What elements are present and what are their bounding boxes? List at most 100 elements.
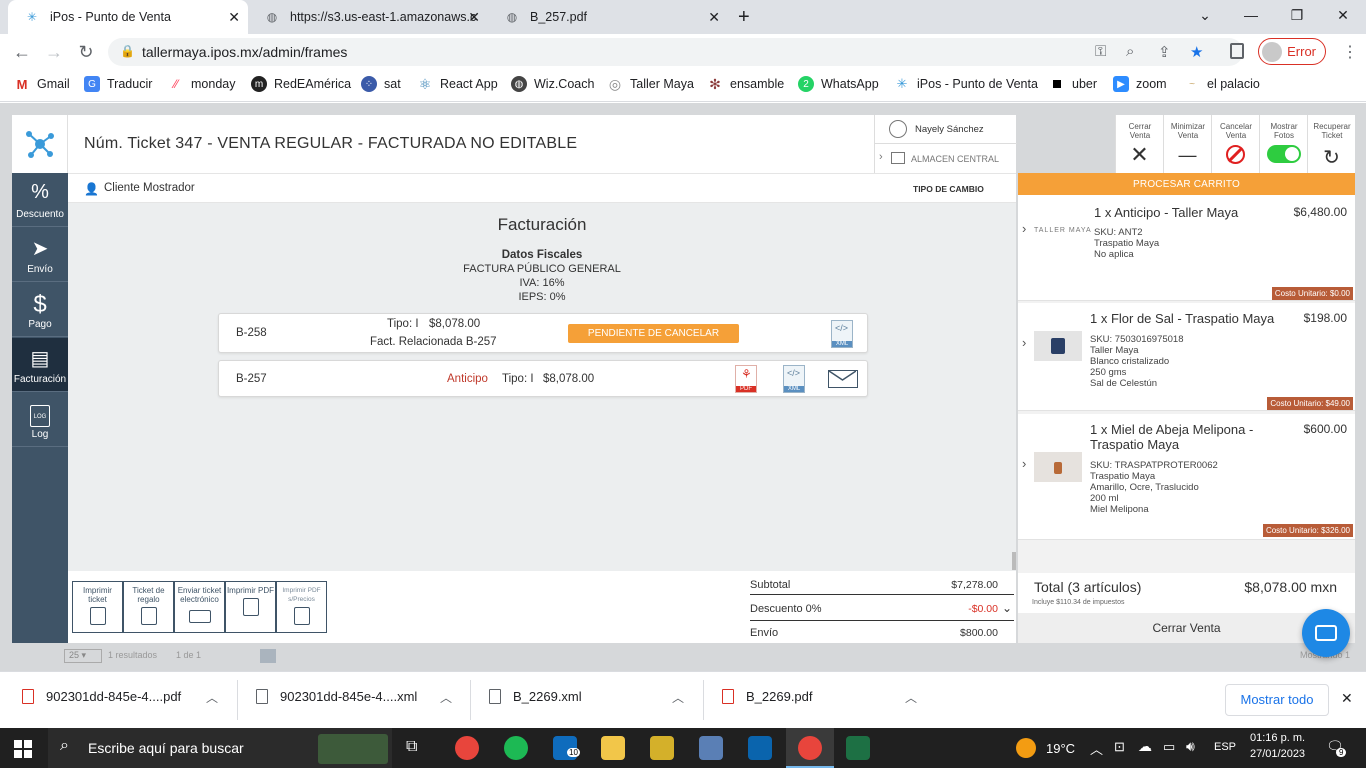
minimize-icon[interactable]: — [1228, 0, 1274, 30]
side-panel-icon[interactable] [1230, 43, 1244, 59]
show-photos-toggle[interactable]: Mostrar Fotos [1259, 115, 1307, 173]
download-item[interactable]: 902301dd-845e-4....pdf [22, 689, 181, 704]
page-size-select[interactable]: 25 ▾ [64, 649, 102, 663]
close-sale-button[interactable]: Cerrar Venta ✕ [1115, 115, 1163, 173]
bookmark-el-palacio[interactable]: ~ el palacio [1184, 76, 1260, 92]
scrollbar-thumb[interactable] [1012, 552, 1016, 570]
chevron-right-icon[interactable]: › [1022, 221, 1026, 236]
chat-button[interactable] [1302, 609, 1350, 657]
chevron-right-icon[interactable]: › [1022, 456, 1026, 471]
user-row[interactable]: Nayely Sánchez [875, 115, 1017, 144]
bookmark-sat[interactable]: ⁘ sat [361, 76, 401, 92]
sidebar-item-envio[interactable]: ➤ Envío [12, 228, 68, 282]
gift-ticket-button[interactable]: Ticket de regalo [123, 581, 174, 633]
profile-error-button[interactable]: Error [1258, 38, 1326, 65]
weather-temp[interactable]: 19°C [1046, 741, 1075, 756]
onedrive-icon[interactable]: ☁ [1138, 738, 1152, 755]
xml-file-icon[interactable]: </> XML [783, 365, 805, 393]
cancel-sale-button[interactable]: Cancelar Venta [1211, 115, 1259, 173]
print-pdf-noprices-button[interactable]: Imprimir PDF s/Precios [276, 581, 327, 633]
discount-row[interactable]: Descuento 0% -$0.00 ⌄ [750, 599, 1014, 621]
tab-pdf[interactable]: ◍ B_257.pdf ✕ [488, 0, 728, 34]
spotify-icon[interactable] [504, 736, 528, 760]
cart-item[interactable]: › 1 x Flor de Sal - Traspatio Maya $198.… [1018, 303, 1355, 411]
exchange-rate-button[interactable]: TIPO DE CAMBIO [913, 184, 984, 194]
xml-file-icon[interactable]: </> XML [831, 320, 853, 348]
tab-search-icon[interactable]: ⌄ [1182, 0, 1228, 30]
cart-item[interactable]: › TALLER MAYA 1 x Anticipo - Taller Maya… [1018, 195, 1355, 301]
close-tab-icon[interactable]: ✕ [228, 9, 240, 26]
chevron-right-icon[interactable]: › [1022, 335, 1026, 350]
cart-item[interactable]: › 1 x Miel de Abeja Melipona - Traspatio… [1018, 414, 1355, 540]
sidebar-item-log[interactable]: LOG Log [12, 393, 68, 447]
sidebar-item-pago[interactable]: $ Pago [12, 283, 68, 337]
file-explorer-icon[interactable] [601, 736, 625, 760]
task-view-icon[interactable]: ⧉ [406, 738, 417, 756]
bookmark-gmail[interactable]: M Gmail [14, 76, 70, 92]
print-pdf-button[interactable]: Imprimir PDF [225, 581, 276, 633]
volume-icon[interactable]: 🔊︎ [1186, 738, 1195, 755]
bookmark-whatsapp[interactable]: 2 WhatsApp [798, 76, 879, 92]
chevron-up-icon[interactable]: ︿ [206, 689, 218, 706]
bookmark-star-icon[interactable]: ★ [1190, 43, 1203, 61]
sidebar-item-descuento[interactable]: % Descuento [12, 173, 68, 227]
outlook-icon[interactable] [748, 736, 772, 760]
chrome-active-taskbar[interactable] [786, 728, 834, 768]
key-icon[interactable]: ⚿ [1095, 43, 1106, 60]
close-downloads-icon[interactable]: ✕ [1341, 690, 1353, 707]
bookmark-traducir[interactable]: G Traducir [84, 76, 152, 92]
tray-icon[interactable]: ⊡ [1114, 739, 1125, 755]
download-item[interactable]: B_2269.xml [489, 689, 582, 704]
reload-icon[interactable]: ↻ [74, 40, 98, 64]
chevron-down-icon[interactable]: ⌄ [1002, 601, 1012, 615]
download-item[interactable]: 902301dd-845e-4....xml [256, 689, 417, 704]
close-window-icon[interactable]: ✕ [1320, 0, 1366, 30]
download-item[interactable]: B_2269.pdf [722, 689, 813, 704]
client-name[interactable]: Cliente Mostrador [104, 182, 195, 194]
app-icon[interactable] [650, 736, 674, 760]
restore-icon[interactable]: ❐ [1274, 0, 1320, 30]
email-icon[interactable] [828, 370, 858, 388]
remote-desktop-icon[interactable] [699, 736, 723, 760]
network-icon[interactable]: ▭ [1163, 739, 1175, 755]
chrome-icon[interactable] [455, 736, 479, 760]
chevron-up-icon[interactable]: ︿ [672, 689, 684, 706]
show-all-downloads-button[interactable]: Mostrar todo [1225, 684, 1329, 716]
omnibox[interactable]: 🔒 tallermaya.ipos.mx/admin/frames ⚿ ⌕ ⇪ … [108, 38, 1243, 66]
chevron-up-icon[interactable]: ︿ [1090, 739, 1103, 758]
recover-ticket-button[interactable]: Recuperar Ticket ↻ [1307, 115, 1355, 173]
language-indicator[interactable]: ESP [1214, 741, 1236, 753]
chevron-up-icon[interactable]: ︿ [905, 689, 917, 706]
process-cart-button[interactable]: PROCESAR CARRITO [1018, 173, 1355, 195]
menu-icon[interactable]: ⋮ [1342, 42, 1358, 62]
windows-start-icon[interactable] [14, 740, 32, 758]
bookmark-react-app[interactable]: ⚛ React App [417, 76, 498, 92]
warehouse-row[interactable]: › ALMACEN CENTRAL [875, 144, 1017, 173]
pdf-file-icon[interactable]: ⚘ PDF [735, 365, 757, 393]
tab-s3[interactable]: ◍ https://s3.us-east-1.amazonaws.c ✕ [248, 0, 488, 34]
bookmark-ipos[interactable]: ✳ iPos - Punto de Venta [894, 76, 1038, 92]
minimize-sale-button[interactable]: Minimizar Venta — [1163, 115, 1211, 173]
share-icon[interactable]: ⇪ [1158, 43, 1171, 61]
close-tab-icon[interactable]: ✕ [468, 9, 480, 26]
page-number-button[interactable] [260, 649, 276, 663]
taskbar-search[interactable]: ⌕ Escribe aquí para buscar [48, 728, 392, 768]
excel-icon[interactable] [846, 736, 870, 760]
bookmark-monday[interactable]: ⁄⁄ monday [168, 76, 235, 92]
new-tab-icon[interactable]: + [738, 6, 750, 29]
print-ticket-button[interactable]: Imprimir ticket [72, 581, 123, 633]
url-text[interactable]: tallermaya.ipos.mx/admin/frames [142, 44, 347, 60]
chevron-up-icon[interactable]: ︿ [440, 689, 452, 706]
bookmark-redeamerica[interactable]: m RedEAmérica [251, 76, 351, 92]
zoom-icon[interactable]: ⌕ [1126, 43, 1134, 60]
bookmark-taller-maya[interactable]: ◎ Taller Maya [607, 76, 694, 92]
forward-icon[interactable]: → [42, 40, 66, 64]
back-icon[interactable]: ← [10, 40, 34, 64]
tab-ipos[interactable]: ✳ iPos - Punto de Venta ✕ [8, 0, 248, 34]
clock-time[interactable]: 01:16 p. m. [1250, 732, 1305, 744]
mail-icon[interactable]: 10 [553, 736, 580, 760]
bookmark-ensamble[interactable]: ✻ ensamble [707, 76, 784, 92]
clock-date[interactable]: 27/01/2023 [1250, 748, 1305, 760]
bookmark-uber[interactable]: uber [1049, 76, 1097, 92]
bookmark-wizcoach[interactable]: ◍ Wiz.Coach [511, 76, 594, 92]
